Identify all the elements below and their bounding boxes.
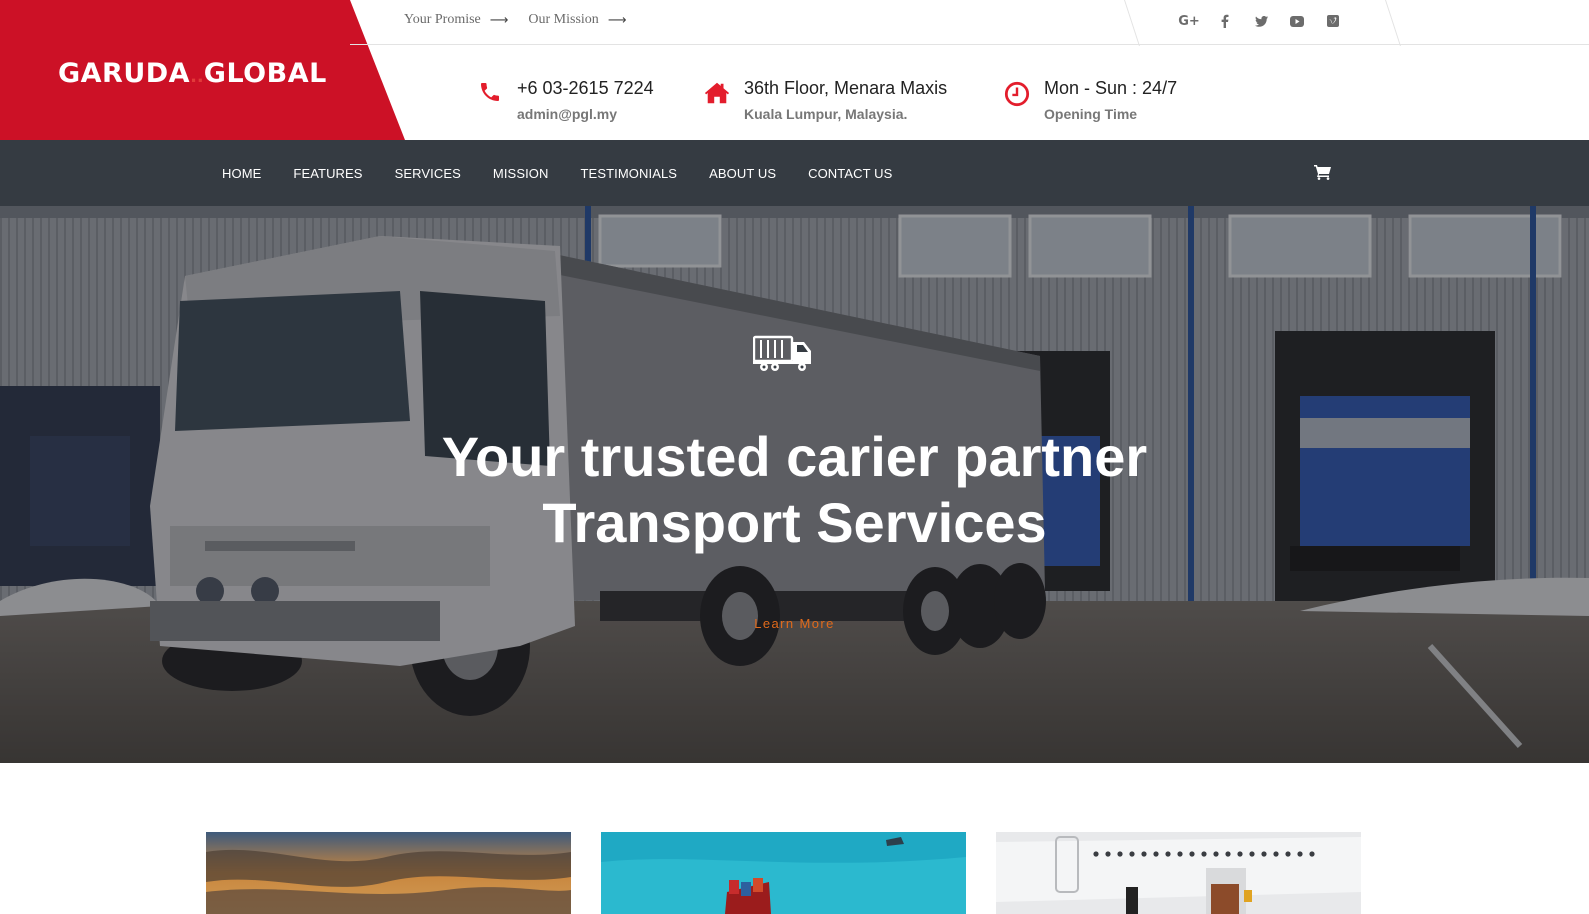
our-mission-label: Our Mission [528, 12, 599, 27]
google-plus-icon[interactable]: G+ [1171, 11, 1207, 31]
cart-icon[interactable] [1314, 164, 1332, 185]
nav-item-services[interactable]: SERVICES [379, 166, 477, 181]
hero-banner: Your trusted carier partner Transport Se… [0, 206, 1589, 763]
airplane-cargo-image [996, 832, 1361, 914]
cargo-ship-card[interactable] [601, 832, 966, 914]
site-header: GARUDA..GLOBAL Your Promise ⟶ Our Missio… [0, 0, 1589, 140]
learn-more-button[interactable]: Learn More [754, 616, 834, 631]
contact-phone: +6 03-2615 7224 admin@pgl.my [477, 78, 654, 122]
topbar-divider [350, 44, 1589, 45]
nav-item-home[interactable]: HOME [206, 166, 277, 181]
logo-text-global: GLOBAL [203, 58, 327, 89]
hero-content: Your trusted carier partner Transport Se… [0, 206, 1589, 763]
hero-title-line1: Your trusted carier partner [441, 425, 1148, 488]
cargo-ship-image [601, 832, 966, 914]
clock-icon [1004, 78, 1030, 107]
logo-dots: .. [190, 66, 204, 87]
twitter-icon[interactable] [1243, 11, 1279, 31]
airplane-cargo-card[interactable] [996, 832, 1361, 914]
logo-text-garuda: GARUDA [58, 58, 191, 89]
phone-number: +6 03-2615 7224 [517, 78, 654, 98]
phone-icon [477, 78, 503, 106]
youtube-icon[interactable] [1279, 11, 1315, 31]
nav-item-about-us[interactable]: ABOUT US [693, 166, 792, 181]
address-city: Kuala Lumpur, Malaysia. [744, 106, 908, 122]
hero-title-line2: Transport Services [542, 491, 1047, 554]
top-links: Your Promise ⟶ Our Mission ⟶ [404, 12, 626, 28]
nav-item-testimonials[interactable]: TESTIMONIALS [565, 166, 694, 181]
your-promise-link[interactable]: Your Promise ⟶ [404, 12, 508, 28]
our-mission-link[interactable]: Our Mission ⟶ [528, 12, 626, 28]
facebook-icon[interactable] [1207, 11, 1243, 31]
vimeo-icon[interactable] [1315, 11, 1351, 31]
sunset-sky-image [206, 832, 571, 914]
nav-item-mission[interactable]: MISSION [477, 166, 565, 181]
nav-item-features[interactable]: FEATURES [277, 166, 378, 181]
social-links: G+ [1124, 0, 1386, 45]
email-address: admin@pgl.my [517, 106, 617, 122]
service-cards [206, 832, 1361, 914]
arrow-right-icon: ⟶ [607, 12, 627, 28]
contact-address: 36th Floor, Menara Maxis Kuala Lumpur, M… [704, 78, 947, 122]
main-nav: HOME FEATURES SERVICES MISSION TESTIMONI… [0, 140, 1589, 206]
hours-line: Mon - Sun : 24/7 [1044, 78, 1178, 98]
contact-hours: Mon - Sun : 24/7 Opening Time [1004, 78, 1177, 122]
address-line: 36th Floor, Menara Maxis [744, 78, 948, 98]
home-icon [704, 78, 730, 106]
nav-item-contact-us[interactable]: CONTACT US [792, 166, 908, 181]
your-promise-label: Your Promise [404, 12, 481, 27]
site-logo[interactable]: GARUDA..GLOBAL [58, 58, 327, 89]
truck-icon [752, 334, 813, 377]
sunset-sky-card[interactable] [206, 832, 571, 914]
hours-label: Opening Time [1044, 106, 1138, 122]
arrow-right-icon: ⟶ [489, 12, 509, 28]
